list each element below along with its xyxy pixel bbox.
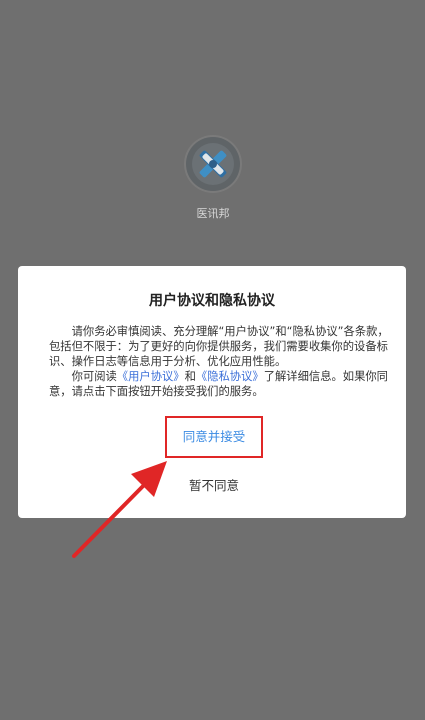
links-and-text: 和 bbox=[184, 370, 196, 383]
decline-button[interactable]: 暂不同意 bbox=[167, 473, 261, 499]
screen-overlay: 医讯邦 用户协议和隐私协议 请你务必审慎阅读、充分理解“用户协议”和“隐私协议”… bbox=[0, 0, 425, 720]
links-prefix-text: 你可阅读 bbox=[71, 370, 117, 383]
dialog-title: 用户协议和隐私协议 bbox=[149, 293, 275, 309]
agreement-dialog: 用户协议和隐私协议 请你务必审慎阅读、充分理解“用户协议”和“隐私协议”各条款，… bbox=[18, 266, 406, 518]
app-logo-icon bbox=[186, 137, 240, 191]
app-name: 医讯邦 bbox=[196, 207, 230, 220]
user-agreement-link[interactable]: 《用户协议》 bbox=[117, 370, 185, 383]
app-logo-graphic bbox=[192, 143, 234, 185]
accept-button[interactable]: 同意并接受 bbox=[167, 418, 261, 456]
dialog-body: 请你务必审慎阅读、充分理解“用户协议”和“隐私协议”各条款，包括但不限于：为了更… bbox=[49, 324, 391, 399]
agreement-links-paragraph: 你可阅读《用户协议》和《隐私协议》了解详细信息。如果你同意，请点击下面按钮开始接… bbox=[49, 369, 391, 399]
agreement-paragraph: 请你务必审慎阅读、充分理解“用户协议”和“隐私协议”各条款，包括但不限于：为了更… bbox=[49, 325, 389, 368]
privacy-agreement-link[interactable]: 《隐私协议》 bbox=[196, 370, 264, 383]
